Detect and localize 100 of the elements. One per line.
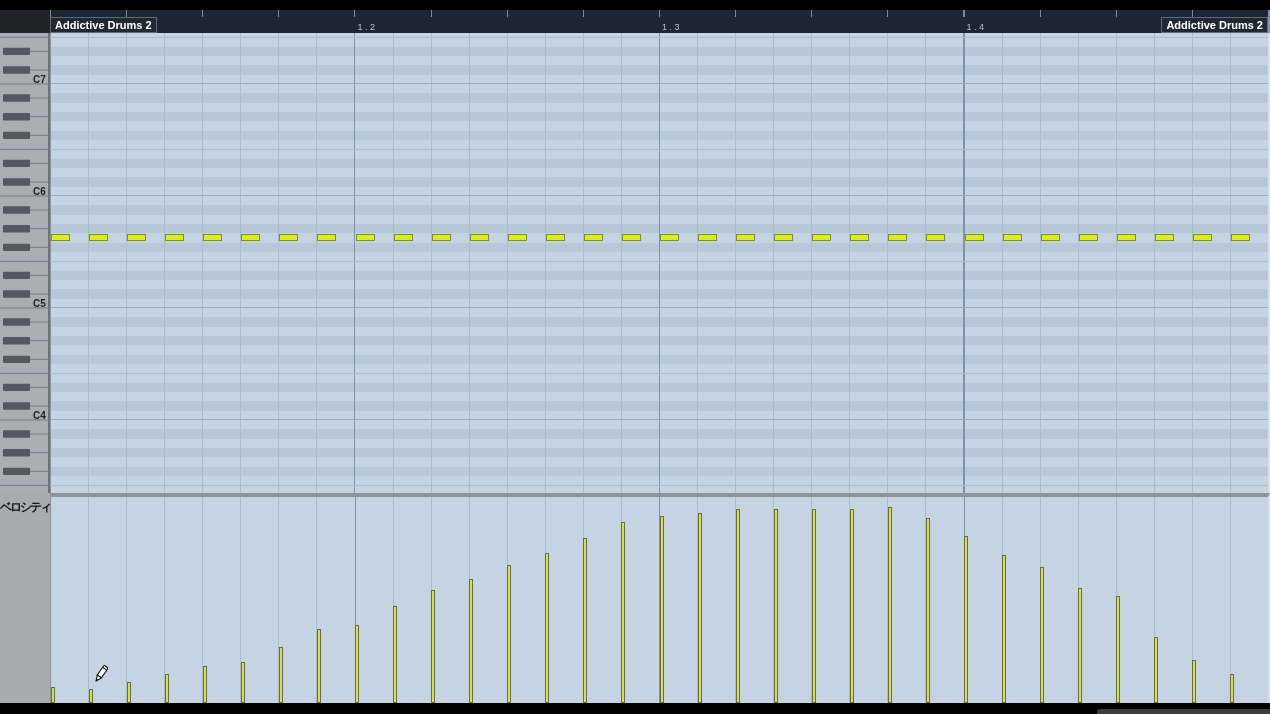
velocity-bar[interactable] — [88, 688, 93, 703]
velocity-track[interactable] — [735, 497, 741, 703]
velocity-track[interactable] — [202, 497, 208, 703]
velocity-track[interactable] — [278, 497, 284, 703]
velocity-bar[interactable] — [1078, 587, 1083, 703]
midi-note[interactable] — [507, 233, 527, 242]
midi-note[interactable] — [698, 233, 718, 242]
midi-note[interactable] — [89, 233, 109, 242]
sharp-key[interactable] — [3, 159, 30, 168]
sharp-key[interactable] — [3, 243, 30, 252]
velocity-track[interactable] — [316, 497, 322, 703]
velocity-bar[interactable] — [50, 686, 55, 703]
velocity-bar[interactable] — [164, 674, 169, 703]
velocity-bar[interactable] — [393, 606, 398, 703]
velocity-bar[interactable] — [545, 552, 550, 703]
velocity-track[interactable] — [1115, 497, 1121, 703]
velocity-lane[interactable] — [50, 493, 1270, 703]
midi-note[interactable] — [51, 233, 70, 242]
velocity-bar[interactable] — [887, 507, 892, 703]
velocity-track[interactable] — [1001, 497, 1007, 703]
midi-note[interactable] — [926, 233, 946, 242]
midi-note[interactable] — [1154, 233, 1174, 242]
velocity-track[interactable] — [544, 497, 550, 703]
velocity-track[interactable] — [392, 497, 398, 703]
velocity-track[interactable] — [925, 497, 931, 703]
velocity-track[interactable] — [50, 497, 55, 703]
midi-note[interactable] — [431, 233, 451, 242]
midi-note[interactable] — [660, 233, 679, 242]
velocity-track[interactable] — [773, 497, 779, 703]
velocity-track[interactable] — [1191, 497, 1197, 703]
velocity-track[interactable] — [468, 497, 474, 703]
velocity-bar[interactable] — [240, 661, 245, 703]
velocity-bar[interactable] — [1116, 595, 1121, 703]
velocity-bar[interactable] — [811, 509, 816, 703]
velocity-track[interactable] — [582, 497, 588, 703]
midi-note[interactable] — [736, 233, 756, 242]
sharp-key[interactable] — [3, 47, 30, 56]
midi-note[interactable] — [393, 233, 413, 242]
velocity-bar[interactable] — [697, 513, 702, 703]
velocity-track[interactable] — [126, 497, 132, 703]
midi-note[interactable] — [1002, 233, 1022, 242]
midi-note[interactable] — [469, 233, 489, 242]
midi-note[interactable] — [621, 233, 641, 242]
scrollbar-thumb[interactable] — [1097, 709, 1270, 714]
midi-note[interactable] — [774, 233, 794, 242]
velocity-track[interactable] — [1077, 497, 1083, 703]
velocity-bar[interactable] — [849, 509, 854, 703]
velocity-track[interactable] — [506, 497, 512, 703]
midi-note[interactable] — [1192, 233, 1212, 242]
velocity-bar[interactable] — [469, 579, 474, 703]
velocity-track[interactable] — [240, 497, 246, 703]
sharp-key[interactable] — [3, 131, 30, 140]
velocity-track[interactable] — [164, 497, 170, 703]
midi-note[interactable] — [317, 233, 337, 242]
sharp-key[interactable] — [3, 355, 30, 364]
midi-note[interactable] — [964, 233, 984, 242]
sharp-key[interactable] — [3, 467, 30, 476]
velocity-bar[interactable] — [925, 517, 930, 703]
velocity-track[interactable] — [1039, 497, 1045, 703]
midi-note[interactable] — [355, 233, 375, 242]
velocity-track[interactable] — [697, 497, 703, 703]
velocity-track[interactable] — [620, 497, 626, 703]
velocity-bar[interactable] — [583, 538, 588, 703]
velocity-bar[interactable] — [1002, 554, 1007, 703]
velocity-bar[interactable] — [773, 509, 778, 703]
midi-note[interactable] — [850, 233, 870, 242]
velocity-track[interactable] — [88, 497, 94, 703]
sharp-key[interactable] — [3, 271, 30, 280]
velocity-track[interactable] — [430, 497, 436, 703]
velocity-bar[interactable] — [355, 624, 359, 703]
velocity-bar[interactable] — [621, 521, 626, 703]
velocity-bar[interactable] — [1154, 637, 1159, 703]
velocity-bar[interactable] — [126, 682, 131, 703]
midi-note[interactable] — [165, 233, 185, 242]
velocity-bar[interactable] — [278, 647, 283, 703]
velocity-bar[interactable] — [507, 565, 512, 703]
midi-note[interactable] — [203, 233, 223, 242]
midi-note[interactable] — [241, 233, 261, 242]
midi-note[interactable] — [1230, 233, 1250, 242]
midi-note[interactable] — [127, 233, 147, 242]
velocity-track[interactable] — [354, 497, 360, 703]
midi-note[interactable] — [1040, 233, 1060, 242]
velocity-bar[interactable] — [735, 509, 740, 703]
sharp-key[interactable] — [3, 383, 30, 392]
velocity-track[interactable] — [963, 497, 969, 703]
velocity-bar[interactable] — [316, 628, 321, 703]
midi-note[interactable] — [1116, 233, 1136, 242]
midi-note[interactable] — [812, 233, 832, 242]
velocity-track[interactable] — [887, 497, 893, 703]
velocity-bar[interactable] — [1192, 659, 1197, 703]
velocity-bar[interactable] — [431, 589, 436, 703]
midi-note[interactable] — [545, 233, 565, 242]
velocity-track[interactable] — [811, 497, 817, 703]
midi-note[interactable] — [888, 233, 908, 242]
midi-note[interactable] — [279, 233, 299, 242]
velocity-bar[interactable] — [964, 536, 968, 703]
velocity-bar[interactable] — [1230, 674, 1235, 703]
velocity-bar[interactable] — [1040, 567, 1045, 703]
velocity-track[interactable] — [849, 497, 855, 703]
piano-keyboard[interactable]: C7 C6 C5 C4 — [0, 33, 50, 493]
